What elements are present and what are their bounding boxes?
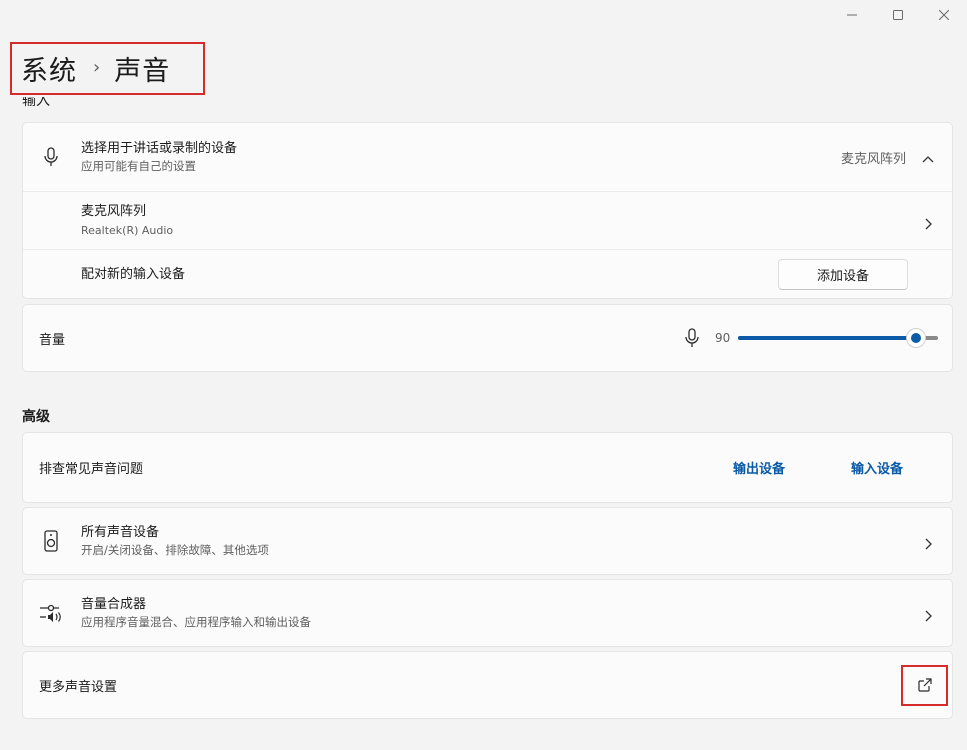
- external-link-icon: [917, 678, 932, 692]
- more-settings-card[interactable]: 更多声音设置: [22, 651, 953, 719]
- minimize-button[interactable]: [829, 0, 875, 30]
- device-select-title: 选择用于讲话或录制的设备: [81, 141, 238, 156]
- device-title: 麦克风阵列: [81, 203, 147, 219]
- device-subtitle: Realtek(R) Audio: [81, 223, 174, 237]
- device-select-subtitle: 应用可能有自己的设置: [81, 159, 196, 173]
- microphone-icon[interactable]: [684, 328, 700, 348]
- device-text: 麦克风阵列 Realtek(R) Audio: [81, 203, 173, 239]
- add-device-button[interactable]: 添加设备: [778, 259, 908, 290]
- all-devices-row[interactable]: 所有声音设备 开启/关闭设备、排除故障、其他选项: [23, 508, 952, 574]
- mixer-card[interactable]: 音量合成器 应用程序音量混合、应用程序输入和输出设备: [22, 579, 953, 647]
- pair-device-row: 配对新的输入设备 添加设备: [23, 249, 952, 299]
- mixer-icon: [39, 601, 63, 625]
- chevron-up-icon[interactable]: [922, 151, 934, 163]
- mixer-subtitle: 应用程序音量混合、应用程序输入和输出设备: [81, 615, 311, 629]
- selected-device-value: 麦克风阵列: [840, 151, 906, 167]
- pair-device-title: 配对新的输入设备: [81, 266, 186, 282]
- troubleshoot-output-link[interactable]: 输出设备: [733, 458, 785, 477]
- window-controls: [829, 0, 967, 30]
- chevron-right-icon: [922, 215, 934, 229]
- volume-card: 音量 90: [22, 304, 953, 372]
- more-settings-row[interactable]: 更多声音设置: [23, 652, 952, 718]
- breadcrumb: 系统 › 声音: [10, 42, 205, 95]
- troubleshoot-row: 排查常见声音问题 输出设备 输入设备: [23, 433, 952, 502]
- input-device-card: 选择用于讲话或录制的设备 应用可能有自己的设置 麦克风阵列 麦克风阵列 Real…: [22, 122, 953, 299]
- device-select-text: 选择用于讲话或录制的设备 应用可能有自己的设置: [81, 140, 237, 174]
- mixer-title: 音量合成器: [81, 597, 147, 612]
- pair-device-text: 配对新的输入设备: [81, 266, 185, 284]
- volume-slider[interactable]: [738, 328, 938, 348]
- minimize-icon: [847, 14, 857, 16]
- troubleshoot-input-link[interactable]: 输入设备: [851, 458, 903, 477]
- device-select-row[interactable]: 选择用于讲话或录制的设备 应用可能有自己的设置 麦克风阵列: [23, 123, 952, 191]
- input-section-heading: 输入: [22, 97, 50, 109]
- troubleshoot-card: 排查常见声音问题 输出设备 输入设备: [22, 432, 953, 503]
- troubleshoot-title: 排查常见声音问题: [39, 462, 144, 477]
- maximize-icon: [893, 10, 903, 20]
- all-devices-card[interactable]: 所有声音设备 开启/关闭设备、排除故障、其他选项: [22, 507, 953, 575]
- maximize-button[interactable]: [875, 0, 921, 30]
- close-icon: [939, 10, 949, 20]
- more-settings-title: 更多声音设置: [39, 679, 118, 695]
- chevron-right-icon: [922, 535, 934, 550]
- all-devices-title: 所有声音设备: [81, 525, 160, 540]
- speaker-icon: [39, 529, 63, 553]
- microphone-icon: [39, 145, 63, 169]
- mixer-text: 音量合成器 应用程序音量混合、应用程序输入和输出设备: [81, 596, 311, 630]
- volume-slider-thumb[interactable]: [906, 328, 926, 348]
- breadcrumb-parent[interactable]: 系统: [21, 49, 77, 88]
- volume-value: 90: [715, 331, 731, 345]
- mixer-row[interactable]: 音量合成器 应用程序音量混合、应用程序输入和输出设备: [23, 580, 952, 646]
- all-devices-subtitle: 开启/关闭设备、排除故障、其他选项: [81, 543, 269, 557]
- device-row[interactable]: 麦克风阵列 Realtek(R) Audio: [23, 191, 952, 249]
- chevron-right-icon: [922, 607, 934, 622]
- all-devices-text: 所有声音设备 开启/关闭设备、排除故障、其他选项: [81, 524, 269, 558]
- volume-label: 音量: [39, 332, 66, 348]
- volume-row: 音量 90: [23, 305, 952, 371]
- advanced-section-heading: 高级: [22, 409, 50, 425]
- breadcrumb-separator: ›: [93, 57, 101, 78]
- page-title: 声音: [114, 56, 171, 87]
- volume-slider-fill: [738, 336, 916, 340]
- external-link-button[interactable]: [901, 664, 948, 706]
- close-button[interactable]: [921, 0, 967, 30]
